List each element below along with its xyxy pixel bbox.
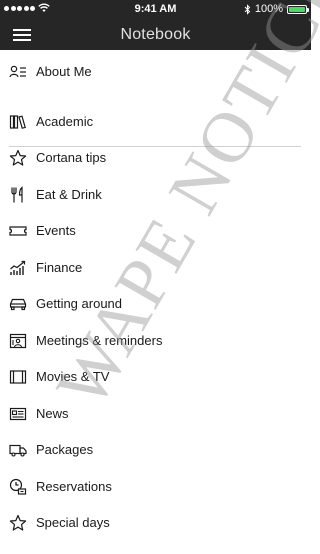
notebook-item-eat-drink[interactable]: Eat & Drink [0,177,311,213]
notebook-item-meetings-reminders[interactable]: Meetings & reminders [0,323,311,359]
profile-icon [9,63,27,81]
notebook-item-label: Getting around [36,296,123,311]
notebook-item-label: Cortana tips [36,150,107,165]
notebook-item-label: Packages [36,442,94,457]
notebook-item-finance[interactable]: Finance [0,250,311,286]
notebook-item-label: Special days [36,515,110,530]
notebook-item-events[interactable]: Events [0,213,311,249]
notebook-item-label: Finance [36,260,83,275]
notebook-item-label: Movies & TV [36,369,110,384]
notebook-item-label: About Me [36,64,92,79]
news-icon [9,405,27,423]
notebook-item-cortana-tips[interactable]: Cortana tips [0,140,311,176]
notebook-item-label: Eat & Drink [36,187,102,202]
nav-bar: Notebook [0,20,311,50]
notebook-item-reservations[interactable]: Reservations [0,469,311,505]
truck-icon [9,441,27,459]
star-icon [9,149,27,167]
star-icon [9,514,27,532]
notebook-item-news[interactable]: News [0,396,311,432]
battery-percent: 100% [254,3,283,15]
notebook-item-movies-tv[interactable]: Movies & TV [0,359,311,395]
notebook-item-special-days[interactable]: Special days [0,505,311,541]
battery-icon [287,4,309,14]
meeting-icon [9,332,27,350]
reservation-icon [9,478,27,496]
film-icon [9,368,27,386]
books-icon [9,113,27,131]
notebook-item-getting-around[interactable]: Getting around [0,286,311,322]
fork-knife-icon [9,186,27,204]
notebook-item-packages[interactable]: Packages [0,432,311,468]
notebook-item-label: Reservations [36,479,112,494]
notebook-item-label: Academic [36,114,94,129]
notebook-item-label: News [36,406,69,421]
chart-icon [9,259,27,277]
car-icon [9,295,27,313]
notebook-item-about-me[interactable]: About Me [0,54,311,90]
bluetooth-icon [244,3,251,15]
page-title: Notebook [120,26,191,43]
status-bar: 9:41 AM 100% [0,0,311,20]
ticket-icon [9,222,27,240]
notebook-item-label: Events [36,223,76,238]
notebook-item-label: Meetings & reminders [36,333,163,348]
notebook-item-academic[interactable]: Academic [0,104,311,140]
